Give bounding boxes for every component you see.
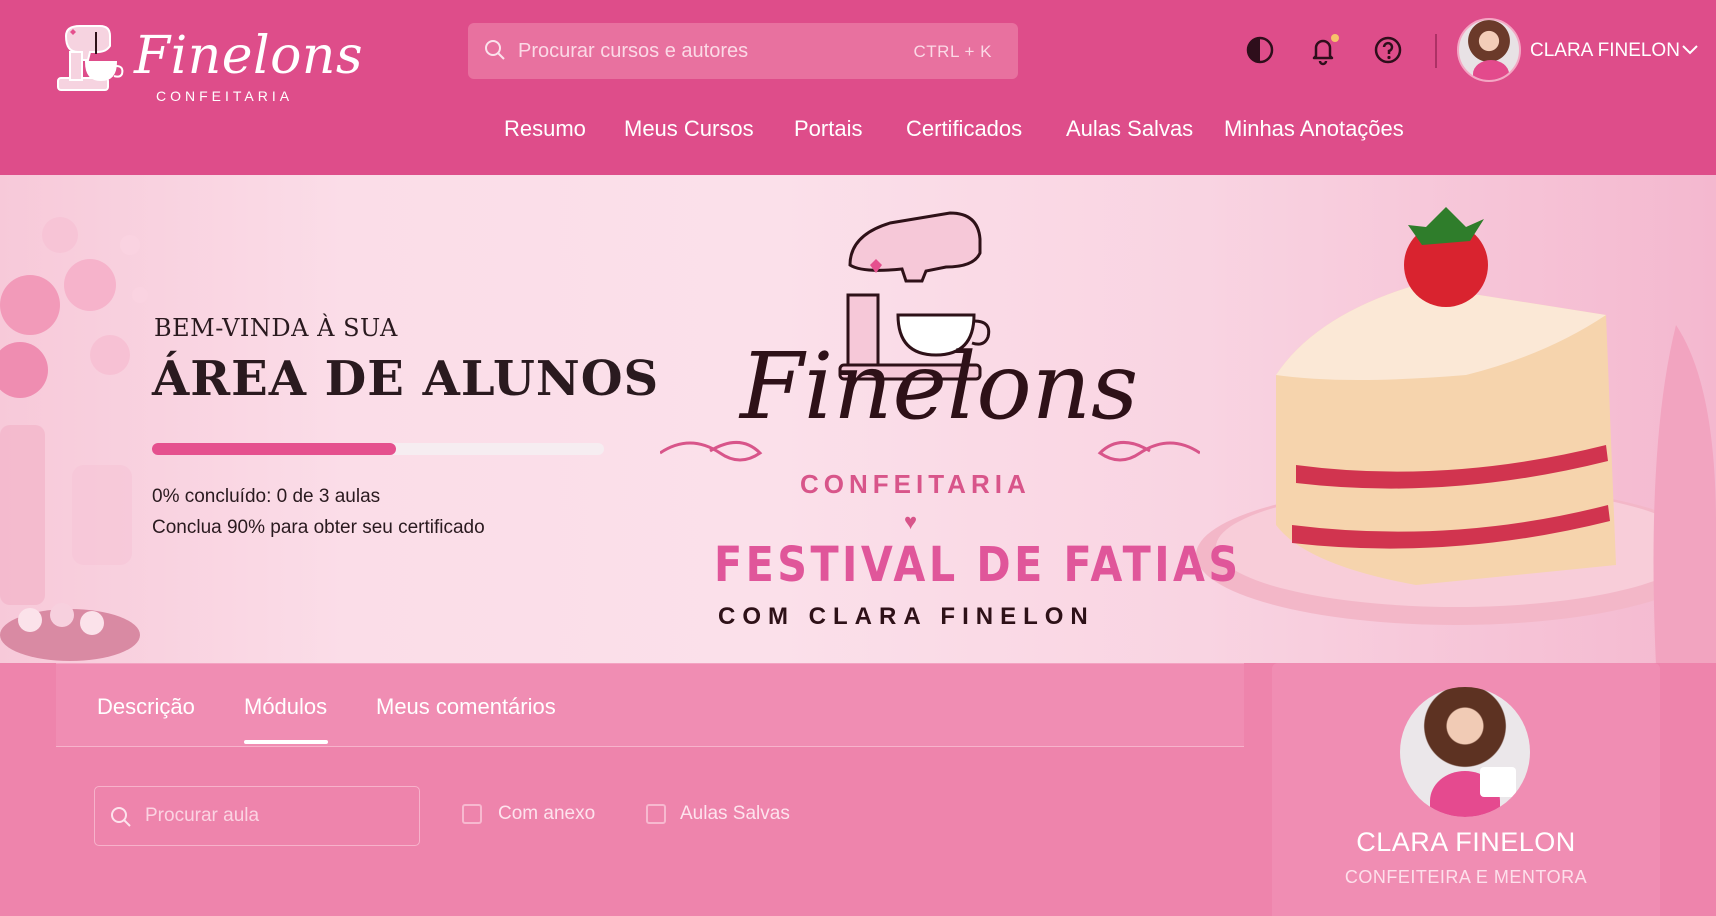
mentor-card: CLARA FINELON CONFEITEIRA E MENTORA [1272, 663, 1660, 916]
roses-decoration [0, 217, 148, 661]
hero-banner: BEM-VINDA À SUA ÁREA DE ALUNOS 0% conclu… [0, 175, 1716, 663]
tab-modulos[interactable]: Módulos [244, 694, 327, 720]
progress-fill [152, 443, 397, 455]
banner-title: FESTIVAL DE FATIAS [714, 537, 1242, 593]
nav-resumo[interactable]: Resumo [504, 116, 586, 142]
brand-subtitle: CONFEITARIA [156, 88, 294, 104]
banner-host: COM CLARA FINELON [718, 603, 1095, 630]
course-content-card: Descrição Módulos Meus comentários Procu… [56, 663, 1244, 916]
search-shortcut: CTRL + K [913, 42, 992, 61]
global-search-input[interactable]: Procurar cursos e autores CTRL + K [468, 23, 1018, 79]
mentor-role: CONFEITEIRA E MENTORA [1344, 867, 1588, 887]
filter-aulas-salvas-checkbox[interactable] [646, 804, 666, 824]
help-icon[interactable] [1372, 34, 1404, 66]
brand-logo[interactable]: Finelons CONFEITARIA [48, 22, 363, 106]
brand-name: Finelons [134, 26, 364, 86]
search-placeholder: Procurar cursos e autores [518, 40, 749, 62]
top-header: Finelons CONFEITARIA Procurar cursos e a… [0, 0, 1716, 175]
user-name[interactable]: CLARA FINELON [1530, 40, 1680, 62]
nav-aulas-salvas[interactable]: Aulas Salvas [1066, 116, 1193, 142]
nav-portais[interactable]: Portais [794, 116, 862, 142]
search-icon [485, 40, 505, 60]
certificate-requirement: Conclua 90% para obter seu certificado [152, 517, 485, 538]
filter-com-anexo-checkbox[interactable] [462, 804, 482, 824]
heart-icon: ♥ [904, 509, 918, 534]
mentor-name: CLARA FINELON [1356, 827, 1576, 857]
nav-certificados[interactable]: Certificados [906, 116, 1022, 142]
course-progress-bar [152, 443, 604, 455]
welcome-subtitle: BEM-VINDA À SUA [154, 314, 398, 342]
mentor-avatar [1400, 687, 1530, 817]
welcome-title: ÁREA DE ALUNOS [152, 351, 660, 407]
filter-com-anexo-label[interactable]: Com anexo [498, 803, 595, 825]
tab-descricao[interactable]: Descrição [97, 694, 195, 720]
nav-meus-cursos[interactable]: Meus Cursos [624, 116, 754, 142]
chevron-down-icon[interactable] [1680, 42, 1700, 56]
tab-meus-comentarios[interactable]: Meus comentários [376, 694, 556, 720]
bell-icon[interactable] [1307, 34, 1339, 66]
header-divider [1435, 34, 1437, 68]
stand-mixer-icon [57, 25, 124, 91]
theme-toggle-icon[interactable] [1244, 34, 1276, 66]
nav-minhas-anotacoes[interactable]: Minhas Anotações [1224, 116, 1404, 142]
banner-brand: Finelons [740, 333, 1139, 440]
active-tab-indicator [244, 740, 328, 744]
lesson-search-input[interactable]: Procurar aula [94, 786, 420, 846]
avatar[interactable] [1457, 18, 1521, 82]
progress-status: 0% concluído: 0 de 3 aulas [152, 486, 381, 507]
course-tabs: Descrição Módulos Meus comentários [56, 664, 1244, 747]
banner-subtitle: CONFEITARIA [800, 469, 1031, 499]
lesson-search-placeholder: Procurar aula [145, 805, 260, 826]
cake-prop [1480, 767, 1516, 797]
filter-aulas-salvas-label[interactable]: Aulas Salvas [680, 803, 790, 825]
search-icon [111, 807, 131, 827]
